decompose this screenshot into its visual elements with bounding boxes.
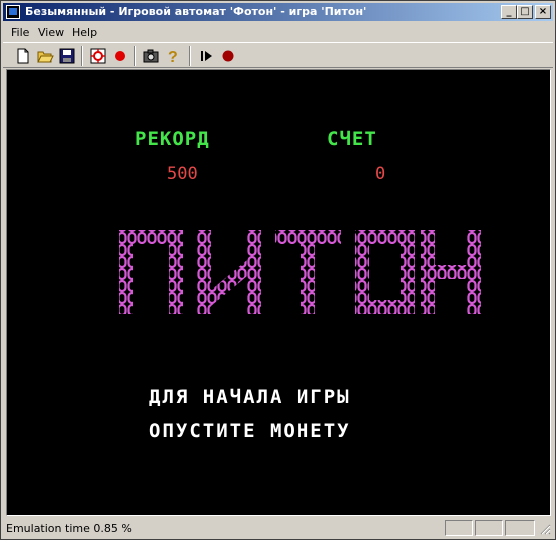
app-window: Безымянный - Игровой автомат 'Фотон' - и…	[0, 0, 556, 540]
resize-grip-icon[interactable]	[539, 523, 551, 535]
title-bar[interactable]: Безымянный - Игровой автомат 'Фотон' - и…	[3, 3, 553, 21]
target-icon[interactable]	[88, 46, 108, 66]
status-bar: Emulation time 0.85 %	[3, 519, 553, 537]
close-button[interactable]: ×	[535, 5, 551, 19]
camera-icon[interactable]	[141, 46, 161, 66]
record-value: 500	[167, 164, 198, 184]
minimize-button[interactable]: _	[501, 5, 517, 19]
insert-coin-line1: ДЛЯ НАЧАЛА ИГРЫ	[149, 386, 351, 408]
menu-view[interactable]: View	[38, 26, 64, 39]
play-icon[interactable]	[196, 46, 216, 66]
status-panel	[475, 520, 503, 536]
record-icon[interactable]	[110, 46, 130, 66]
window-title: Безымянный - Игровой автомат 'Фотон' - и…	[25, 5, 367, 18]
record-label: РЕКОРД	[135, 128, 210, 150]
game-screen[interactable]: РЕКОРД СЧЕТ 500 0 ДЛЯ НАЧАЛА ИГРЫ ОПУСТИ…	[6, 69, 551, 516]
menu-help[interactable]: Help	[72, 26, 97, 39]
game-title-logo	[119, 230, 481, 314]
score-value: 0	[375, 164, 386, 184]
status-panel	[505, 520, 535, 536]
toolbar-separator	[81, 46, 83, 66]
insert-coin-line2: ОПУСТИТЕ МОНЕТУ	[149, 420, 351, 442]
maximize-button[interactable]: □	[517, 5, 533, 19]
score-label: СЧЕТ	[327, 128, 377, 150]
emulation-time-status: Emulation time 0.85 %	[6, 522, 132, 535]
app-icon[interactable]	[6, 5, 20, 19]
toolbar: ?	[3, 42, 553, 68]
menu-file[interactable]: File	[11, 26, 29, 39]
open-folder-icon[interactable]	[35, 46, 55, 66]
help-icon[interactable]: ?	[163, 46, 183, 66]
toolbar-separator	[134, 46, 136, 66]
status-panel	[445, 520, 473, 536]
save-icon[interactable]	[57, 46, 77, 66]
toolbar-separator	[189, 46, 191, 66]
new-file-icon[interactable]	[13, 46, 33, 66]
svg-text:?: ?	[168, 49, 178, 66]
menu-bar: File View Help	[3, 23, 553, 41]
stop-record-icon[interactable]	[218, 46, 238, 66]
